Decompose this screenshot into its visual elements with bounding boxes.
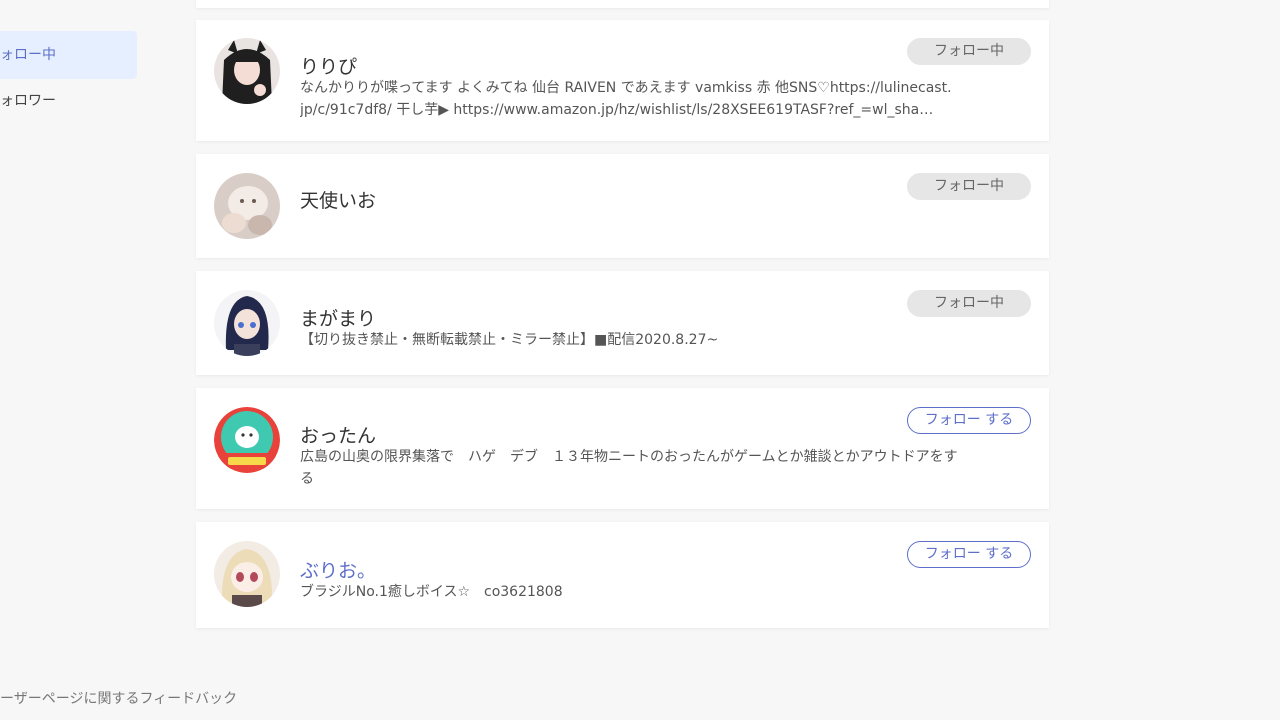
user-card: おったん 広島の山奥の限界集落で ハゲ デブ １３年物ニートのおったんがゲームと… <box>196 388 1049 509</box>
user-name[interactable]: おったん <box>300 421 376 448</box>
user-description: なんかりりが喋ってます よくみてね 仙台 RAIVEN であえます vamkis… <box>300 77 1031 121</box>
description-line: jp/c/91c7df8/ 干し芋▶ https://www.amazon.jp… <box>300 102 934 118</box>
user-avatar[interactable] <box>214 173 280 239</box>
user-card: まがまり 【切り抜き禁止・無断転載禁止・ミラー禁止】■配信2020.8.27~ … <box>196 271 1049 375</box>
user-card: 天使いお フォロー中 <box>196 154 1049 258</box>
following-button[interactable]: フォロー中 <box>907 290 1031 317</box>
description-line: なんかりりが喋ってます よくみてね 仙台 RAIVEN であえます vamkis… <box>300 80 952 96</box>
user-name[interactable]: まがまり <box>300 304 376 331</box>
avatar-image-icon <box>214 173 280 239</box>
description-line: 【切り抜き禁止・無断転載禁止・ミラー禁止】■配信2020.8.27~ <box>300 332 719 348</box>
sidebar-item-following[interactable]: フォロー中 <box>0 31 137 79</box>
sidebar-item-label: フォロー中 <box>0 47 56 63</box>
follow-button[interactable]: フォロー する <box>907 541 1031 568</box>
user-card: ぶりお。 ブラジルNo.1癒しボイス☆ co3621808 フォロー する <box>196 522 1049 628</box>
avatar-image-icon <box>214 290 280 356</box>
description-line: 広島の山奥の限界集落で ハゲ デブ １３年物ニートのおったんがゲームとか雑談とか… <box>300 449 958 465</box>
user-avatar[interactable] <box>214 407 280 473</box>
avatar-image-icon <box>214 407 280 473</box>
following-button[interactable]: フォロー中 <box>907 173 1031 200</box>
user-card-cropped <box>196 0 1049 8</box>
user-description: ブラジルNo.1癒しボイス☆ co3621808 <box>300 581 1031 603</box>
sidebar-item-followers[interactable]: フォロワー <box>0 77 137 125</box>
user-description: 【切り抜き禁止・無断転載禁止・ミラー禁止】■配信2020.8.27~ <box>300 329 1031 351</box>
user-name[interactable]: 天使いお <box>300 186 376 213</box>
description-line: る <box>300 471 314 487</box>
avatar-image-icon <box>214 541 280 607</box>
following-button[interactable]: フォロー中 <box>907 38 1031 65</box>
user-card: りりぴ なんかりりが喋ってます よくみてね 仙台 RAIVEN であえます va… <box>196 20 1049 141</box>
page: フォロー中 フォロワー りりぴ なんかりりが喋ってます よくみてね 仙台 RAI… <box>0 0 1280 720</box>
user-avatar[interactable] <box>214 38 280 104</box>
feedback-link[interactable]: ユーザーページに関するフィードバック <box>0 688 240 708</box>
user-description: 広島の山奥の限界集落で ハゲ デブ １３年物ニートのおったんがゲームとか雑談とか… <box>300 446 1031 490</box>
follow-button[interactable]: フォロー する <box>907 407 1031 434</box>
feedback-link-label: ユーザーページに関するフィードバック <box>0 691 238 707</box>
user-avatar[interactable] <box>214 541 280 607</box>
user-name[interactable]: ぶりお。 <box>300 556 376 583</box>
description-line: ブラジルNo.1癒しボイス☆ co3621808 <box>300 584 563 600</box>
avatar-image-icon <box>214 38 280 104</box>
sidebar-item-label: フォロワー <box>0 93 56 109</box>
user-name[interactable]: りりぴ <box>300 52 357 79</box>
user-avatar[interactable] <box>214 290 280 356</box>
